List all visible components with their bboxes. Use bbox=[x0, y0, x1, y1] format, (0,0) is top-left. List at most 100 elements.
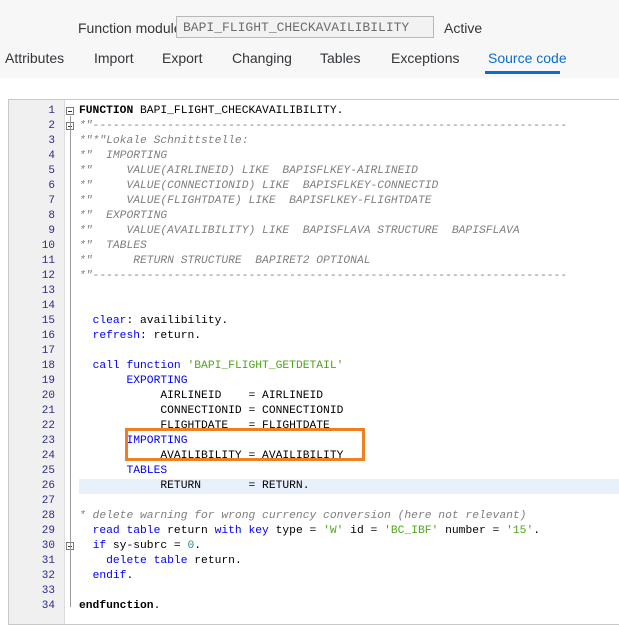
line-number: 23 bbox=[41, 435, 55, 447]
code-line[interactable]: 2 *"-------------------------------------… bbox=[9, 119, 619, 134]
code-line[interactable]: 14 bbox=[9, 299, 619, 314]
code-line[interactable]: 6 *" VALUE(CONNECTIONID) LIKE BAPISFLKEY-… bbox=[9, 179, 619, 194]
code-line[interactable]: 13 bbox=[9, 284, 619, 299]
code-token: return bbox=[160, 525, 215, 537]
code-text: *" VALUE(AVAILIBILITY) LIKE BAPISFLAVA S… bbox=[79, 224, 520, 239]
code-line[interactable]: 8 *" EXPORTING bbox=[9, 209, 619, 224]
code-line[interactable]: 22 FLIGHTDATE = FLIGHTDATE bbox=[9, 419, 619, 434]
code-line[interactable]: 27 bbox=[9, 494, 619, 509]
code-line[interactable]: 12 *"------------------------------------… bbox=[9, 269, 619, 284]
tab-tables[interactable]: Tables bbox=[320, 50, 360, 66]
code-line[interactable]: 16 refresh: return. bbox=[9, 329, 619, 344]
line-number: 25 bbox=[41, 465, 55, 477]
code-line[interactable]: 29 read table return with key type = 'W'… bbox=[9, 524, 619, 539]
code-text: call function 'BAPI_FLIGHT_GETDETAIL' bbox=[79, 359, 344, 374]
line-number: 27 bbox=[41, 495, 55, 507]
function-module-field[interactable]: BAPI_FLIGHT_CHECKAVAILIBILITY bbox=[176, 16, 434, 38]
line-number: 1 bbox=[48, 105, 55, 117]
code-text: * delete warning for wrong currency conv… bbox=[79, 509, 526, 524]
code-line[interactable]: 21 CONNECTIONID = CONNECTIONID bbox=[9, 404, 619, 419]
code-token: AVAILIBILITY = AVAILIBILITY bbox=[79, 450, 344, 462]
code-text: CONNECTIONID = CONNECTIONID bbox=[79, 404, 343, 419]
code-line[interactable]: 15 clear: availibility. bbox=[9, 314, 619, 329]
tab-changing[interactable]: Changing bbox=[232, 50, 292, 66]
code-line[interactable]: 28 * delete warning for wrong currency co… bbox=[9, 509, 619, 524]
tab-attributes[interactable]: Attributes bbox=[5, 50, 64, 66]
code-token: *" VALUE(AVAILIBILITY) LIKE BAPISFLAVA S… bbox=[79, 225, 520, 237]
code-text: *" VALUE(FLIGHTDATE) LIKE BAPISFLKEY-FLI… bbox=[79, 194, 432, 209]
line-number: 10 bbox=[41, 240, 55, 252]
line-number: 2 bbox=[48, 120, 55, 132]
code-token: *" IMPORTING bbox=[79, 150, 168, 162]
line-number: 30 bbox=[41, 540, 55, 552]
code-token: CONNECTIONID = CONNECTIONID bbox=[79, 405, 344, 417]
code-token: delete table bbox=[106, 555, 188, 567]
code-line[interactable]: 32 endif. bbox=[9, 569, 619, 584]
tab-source-code[interactable]: Source code bbox=[488, 50, 567, 66]
tab-import[interactable]: Import bbox=[94, 50, 134, 66]
line-number: 5 bbox=[48, 165, 55, 177]
code-line[interactable]: 3 *"*"Lokale Schnittstelle: bbox=[9, 134, 619, 149]
code-token: endif bbox=[92, 570, 127, 582]
code-text: delete table return. bbox=[79, 554, 242, 569]
line-number: 21 bbox=[41, 405, 55, 417]
code-token: endfunction bbox=[79, 600, 154, 612]
line-number: 11 bbox=[41, 255, 55, 267]
code-line[interactable]: 33 bbox=[9, 584, 619, 599]
line-number: 15 bbox=[41, 315, 55, 327]
code-line[interactable]: 23 IMPORTING bbox=[9, 434, 619, 449]
line-number: 26 bbox=[41, 480, 55, 492]
fold-collapse-icon[interactable] bbox=[66, 107, 74, 115]
code-text: *" VALUE(CONNECTIONID) LIKE BAPISFLKEY-C… bbox=[79, 179, 438, 194]
tab-export[interactable]: Export bbox=[162, 50, 202, 66]
code-token: call function bbox=[92, 360, 181, 372]
code-line[interactable]: 1 FUNCTION BAPI_FLIGHT_CHECKAVAILIBILITY. bbox=[9, 104, 619, 119]
line-number: 17 bbox=[41, 345, 55, 357]
code-token: sy-subrc = bbox=[106, 540, 188, 552]
code-line[interactable]: 19 EXPORTING bbox=[9, 374, 619, 389]
code-token: EXPORTING bbox=[126, 375, 188, 387]
function-module-header: Function module: BAPI_FLIGHT_CHECKAVAILI… bbox=[0, 0, 619, 78]
tab-exceptions[interactable]: Exceptions bbox=[391, 50, 459, 66]
line-number: 3 bbox=[48, 135, 55, 147]
code-line[interactable]: 31 delete table return. bbox=[9, 554, 619, 569]
code-text: *" RETURN STRUCTURE BAPIRET2 OPTIONAL bbox=[79, 254, 371, 269]
code-line[interactable]: 20 AIRLINEID = AIRLINEID bbox=[9, 389, 619, 404]
code-token: . bbox=[126, 570, 134, 582]
code-line[interactable]: 24 AVAILIBILITY = AVAILIBILITY bbox=[9, 449, 619, 464]
code-line[interactable]: 34 endfunction. bbox=[9, 599, 619, 614]
code-text: IMPORTING bbox=[79, 434, 187, 449]
code-token: FUNCTION bbox=[79, 105, 134, 117]
code-line[interactable]: 30 if sy-subrc = 0. bbox=[9, 539, 619, 554]
code-line[interactable]: 4 *" IMPORTING bbox=[9, 149, 619, 164]
source-code-editor[interactable]: 1 FUNCTION BAPI_FLIGHT_CHECKAVAILIBILITY.… bbox=[8, 99, 619, 625]
code-line[interactable]: 7 *" VALUE(FLIGHTDATE) LIKE BAPISFLKEY-FL… bbox=[9, 194, 619, 209]
code-line[interactable]: 17 bbox=[9, 344, 619, 359]
line-number: 32 bbox=[41, 570, 55, 582]
code-token: *" VALUE(FLIGHTDATE) LIKE BAPISFLKEY-FLI… bbox=[79, 195, 432, 207]
code-line[interactable]: 10 *" TABLES bbox=[9, 239, 619, 254]
code-line[interactable]: 11 *" RETURN STRUCTURE BAPIRET2 OPTIONAL bbox=[9, 254, 619, 269]
code-line[interactable]: 18 call function 'BAPI_FLIGHT_GETDETAIL' bbox=[9, 359, 619, 374]
code-token: number = bbox=[438, 525, 507, 537]
code-token: '15' bbox=[506, 525, 534, 537]
code-line[interactable]: 26 RETURN = RETURN. bbox=[9, 479, 619, 494]
code-text: endif. bbox=[79, 569, 134, 584]
code-token: IMPORTING bbox=[126, 435, 188, 447]
code-text: *" TABLES bbox=[79, 239, 147, 254]
function-module-label: Function module: bbox=[78, 20, 186, 36]
code-text: *" IMPORTING bbox=[79, 149, 167, 164]
line-number: 31 bbox=[41, 555, 55, 567]
code-token: RETURN = RETURN. bbox=[79, 480, 310, 492]
line-number: 13 bbox=[41, 285, 55, 297]
code-line[interactable]: 5 *" VALUE(AIRLINEID) LIKE BAPISFLKEY-AIR… bbox=[9, 164, 619, 179]
line-number: 33 bbox=[41, 585, 55, 597]
code-line[interactable]: 25 TABLES bbox=[9, 464, 619, 479]
code-line[interactable]: 9 *" VALUE(AVAILIBILITY) LIKE BAPISFLAVA … bbox=[9, 224, 619, 239]
code-token: FLIGHTDATE = FLIGHTDATE bbox=[79, 420, 330, 432]
